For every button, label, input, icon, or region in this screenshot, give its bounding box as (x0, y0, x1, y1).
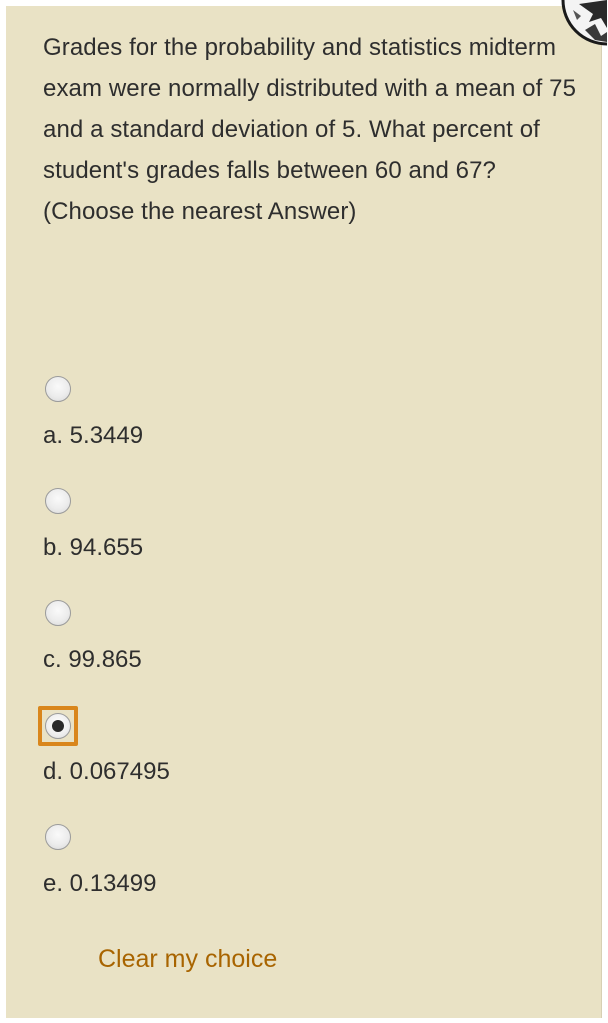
option-label-a[interactable]: a. 5.3449 (43, 422, 143, 450)
clear-choice-link[interactable]: Clear my choice (98, 945, 277, 974)
question-text: Grades for the probability and statistic… (43, 34, 577, 225)
radio-b[interactable] (45, 488, 71, 514)
radio-d[interactable] (45, 713, 71, 739)
option-label-b[interactable]: b. 94.655 (43, 534, 143, 562)
option-label-d[interactable]: d. 0.067495 (43, 758, 170, 786)
radio-a[interactable] (45, 376, 71, 402)
radio-selected-dot (52, 720, 64, 732)
radio-c[interactable] (45, 600, 71, 626)
radio-e[interactable] (45, 824, 71, 850)
option-label-c[interactable]: c. 99.865 (43, 646, 142, 674)
question-panel: Grades for the probability and statistic… (6, 0, 607, 1018)
option-label-e[interactable]: e. 0.13499 (43, 870, 156, 898)
